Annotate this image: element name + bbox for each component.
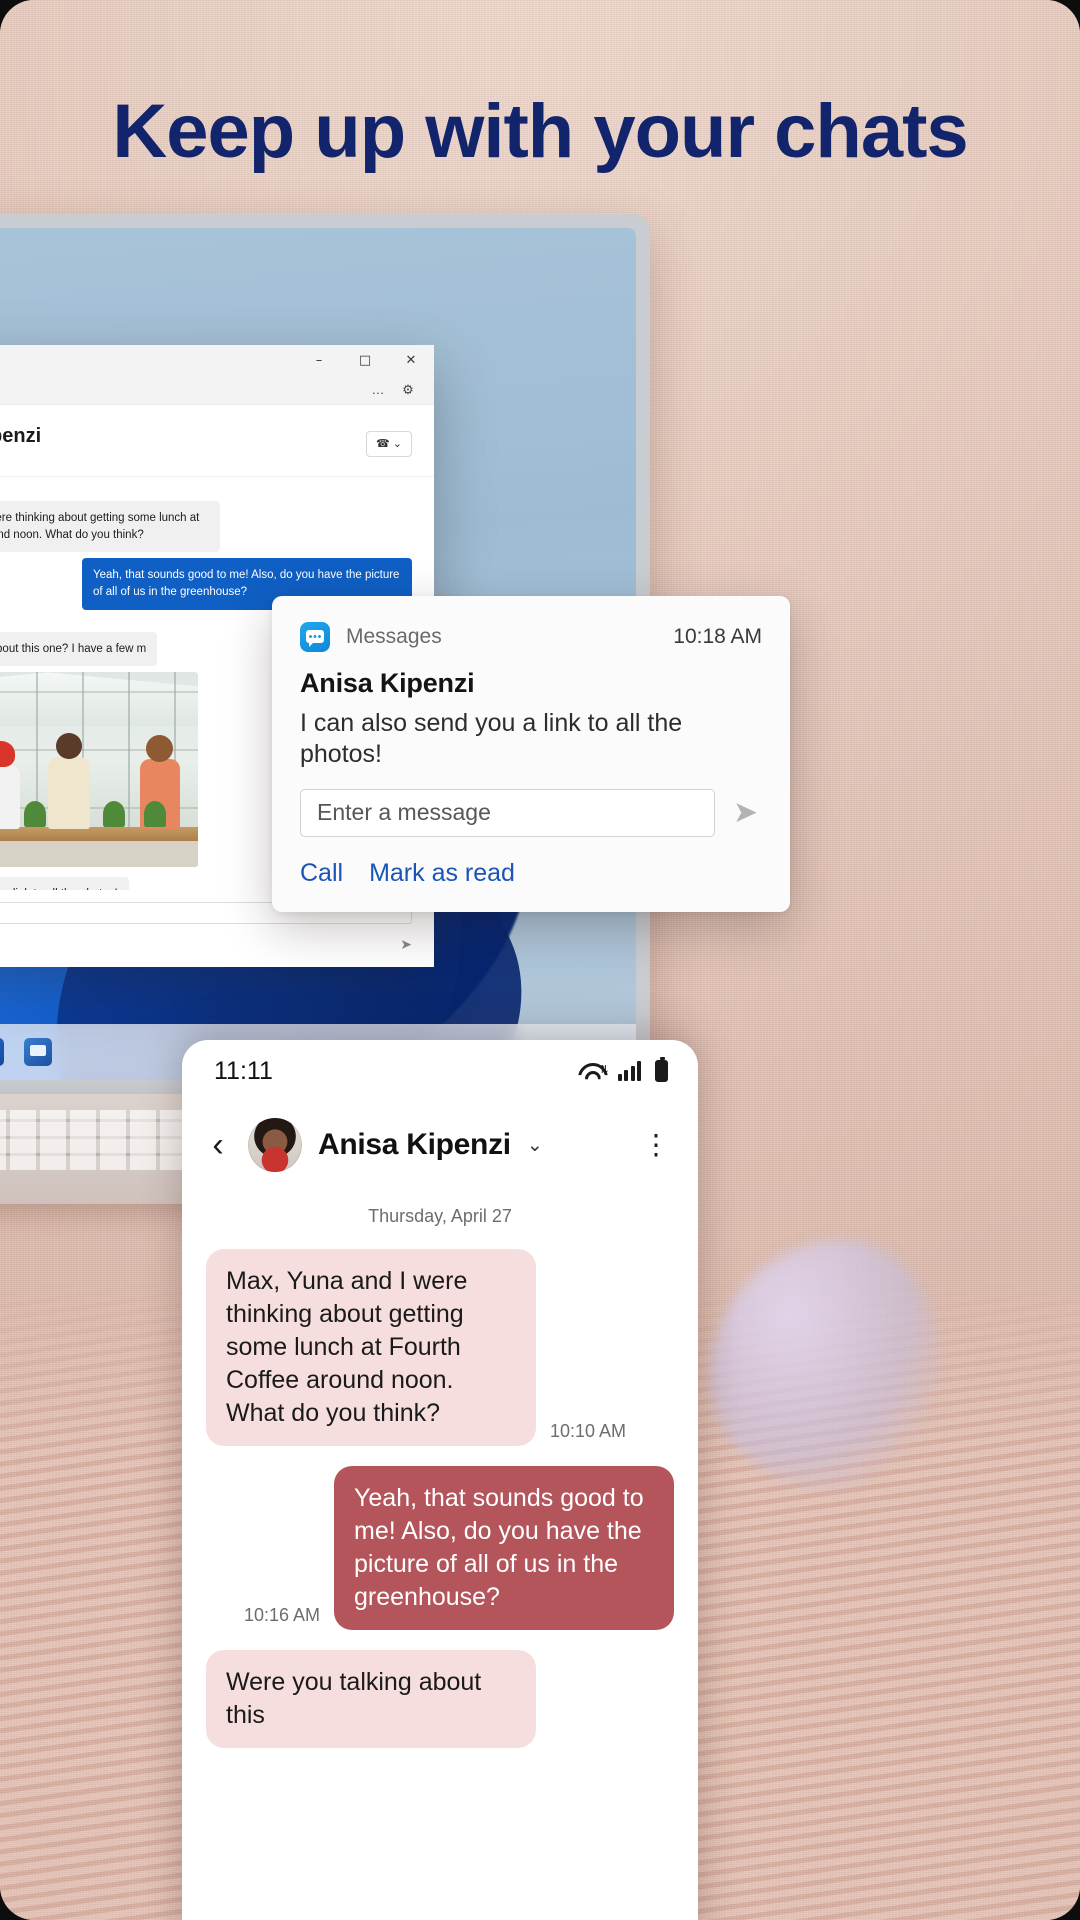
message-timestamp: 10:10 AM — [550, 1421, 627, 1441]
message-timestamp: 10:16 AM — [243, 1605, 320, 1625]
message-sender: Anisa Kipenzi — [0, 487, 220, 498]
battery-icon — [655, 1057, 668, 1082]
settings-gear-icon[interactable]: ⚙ — [394, 378, 422, 402]
messages-app-icon — [300, 622, 330, 652]
message-row: Max, Yuna and I were thinking about gett… — [206, 1249, 674, 1446]
notification-sender: Anisa Kipenzi — [300, 668, 475, 698]
phone-icon: ☎ — [376, 438, 390, 450]
back-button[interactable]: ‹ — [204, 1128, 232, 1162]
message-bubble-incoming: Max, Yuna and I were thinking about gett… — [0, 501, 220, 553]
phone-message-thread: Max, Yuna and I were thinking about gett… — [182, 1249, 698, 1748]
close-button[interactable]: ✕ — [388, 345, 434, 375]
page-title: Keep up with your chats — [112, 89, 968, 174]
send-icon[interactable]: ➤ — [400, 936, 412, 953]
app-icon[interactable] — [24, 1038, 52, 1066]
store-icon[interactable] — [0, 1038, 4, 1066]
message-row: Were you talking about this — [206, 1650, 674, 1748]
conversation-title: Anisa Kipenzi — [318, 1128, 511, 1161]
notification-app-name: Messages — [346, 625, 442, 648]
contact-phone: (415) 555-0176 — [0, 450, 41, 462]
phone-conversation-header: ‹ Anisa Kipenzi ⌄ ⋮ — [182, 1102, 698, 1192]
person-2 — [0, 741, 20, 830]
message-sender: Anisa Kipenzi — [0, 618, 157, 629]
message-bubble-incoming: Were you talking about this — [206, 1650, 536, 1748]
greenhouse-photo-attachment[interactable] — [0, 672, 198, 868]
minimize-button[interactable]: – — [296, 345, 342, 375]
reply-input[interactable]: Enter a message — [300, 788, 715, 837]
windows-notification-toast[interactable]: Messages 10:18 AM Anisa Kipenzi I can al… — [272, 596, 790, 912]
desktop-contact-header: Anisa Kipenzi (415) 555-0176 ☎ ⌄ — [0, 405, 434, 477]
window-titlebar: – □ ✕ — [0, 345, 434, 375]
wifi-icon: ⇅ — [578, 1062, 608, 1081]
phone-device: 11:11 ⇅ ‹ Anisa Kipenzi ⌄ ⋮ Thursday, Ap… — [182, 1040, 698, 1920]
date-divider: Thursday, April 27 — [368, 1206, 512, 1226]
promo-screenshot: Keep up with your chats – □ ✕ … ⚙ enzi ☎… — [0, 0, 1080, 1920]
chevron-down-icon: ⌄ — [392, 438, 402, 450]
contact-name: Anisa Kipenzi — [0, 425, 42, 447]
more-options-icon[interactable]: … — [364, 378, 392, 402]
message-row: Anisa Kipenzi Max, Yuna and I were think… — [0, 487, 412, 553]
mark-as-read-button[interactable]: Mark as read — [369, 859, 515, 888]
notification-reply-row: Enter a message ➤ — [300, 788, 762, 837]
notification-header: Messages 10:18 AM — [300, 622, 762, 652]
plant — [144, 801, 166, 828]
window-subbar: … ⚙ — [0, 375, 434, 405]
message-bubble-incoming: Max, Yuna and I were thinking about gett… — [206, 1249, 536, 1446]
call-button[interactable]: ☎ ⌄ — [366, 430, 412, 457]
status-bar-time: 11:11 — [214, 1056, 273, 1085]
notification-actions: Call Mark as read — [300, 859, 762, 888]
call-action-button[interactable]: Call — [300, 859, 343, 888]
notification-timestamp: 10:18 AM — [673, 625, 762, 648]
message-row: 10:16 AM Yeah, that sounds good to me! A… — [206, 1466, 674, 1630]
plant — [103, 801, 125, 828]
status-bar-icons: ⇅ — [578, 1057, 668, 1082]
avatar[interactable] — [248, 1118, 302, 1172]
maximize-button[interactable]: □ — [342, 345, 388, 375]
overflow-menu-icon[interactable]: ⋮ — [642, 1130, 670, 1158]
plant — [24, 801, 46, 828]
send-icon[interactable]: ➤ — [733, 795, 762, 830]
compose-toolbar: ☺ GIF ❑ ➤ — [0, 936, 412, 953]
message-bubble-outgoing: Yeah, that sounds good to me! Also, do y… — [334, 1466, 674, 1630]
notification-message: I can also send you a link to all the ph… — [300, 709, 683, 769]
message-bubble-incoming: Were you talking about this one? I have … — [0, 631, 158, 667]
person-3 — [48, 733, 90, 830]
signal-icon — [617, 1061, 641, 1081]
chevron-down-icon[interactable]: ⌄ — [527, 1134, 543, 1157]
greenhouse-floor — [0, 841, 198, 868]
phone-status-bar: 11:11 ⇅ — [182, 1040, 698, 1102]
